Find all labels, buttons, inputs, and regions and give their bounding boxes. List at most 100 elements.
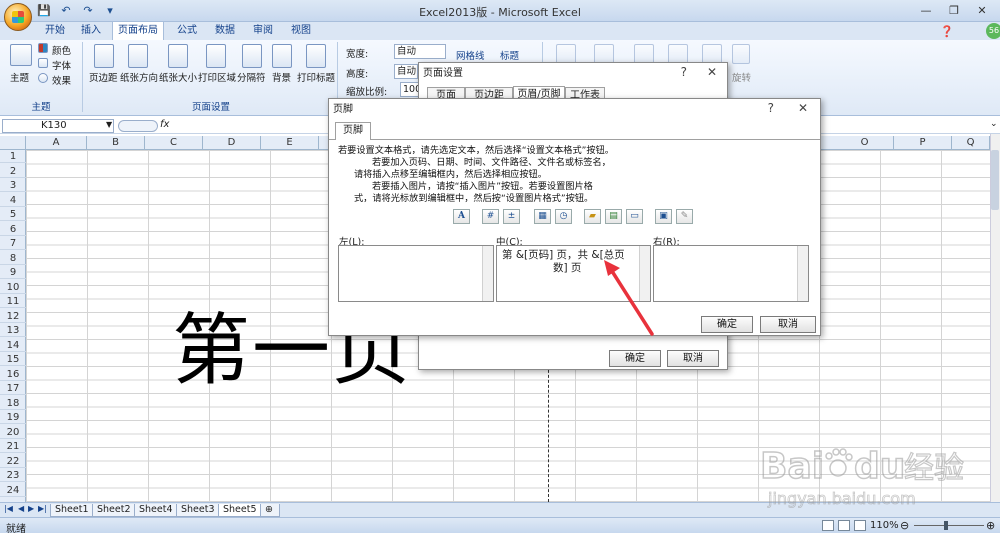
row-header[interactable]: 17: [0, 382, 26, 395]
row-header[interactable]: 4: [0, 194, 26, 207]
help-icon[interactable]: ?: [681, 65, 687, 79]
last-sheet-icon[interactable]: ▶|: [38, 504, 47, 513]
fonts-button[interactable]: 字体: [52, 58, 71, 72]
next-sheet-icon[interactable]: ▶: [28, 504, 34, 513]
bring-forward-icon[interactable]: [556, 44, 576, 64]
theme-button[interactable]: 主题: [10, 70, 29, 84]
column-header[interactable]: A: [26, 136, 87, 150]
tab-footer[interactable]: 页脚: [335, 122, 371, 140]
sheet-tab[interactable]: Sheet1: [50, 504, 94, 517]
column-header[interactable]: Q: [952, 136, 990, 150]
row-header[interactable]: 16: [0, 368, 26, 381]
row-header[interactable]: 3: [0, 179, 26, 192]
zoom-in-icon[interactable]: ⊕: [986, 519, 995, 532]
print-area-icon[interactable]: [206, 44, 226, 68]
help-icon[interactable]: ❓: [940, 25, 954, 38]
scrollbar-thumb[interactable]: [991, 150, 999, 210]
close-icon[interactable]: ✕: [707, 65, 717, 79]
tab-home[interactable]: 开始: [38, 22, 72, 40]
tab-formulas[interactable]: 公式: [170, 22, 204, 40]
page-number-icon[interactable]: #: [482, 209, 499, 224]
background-button[interactable]: 背景: [272, 70, 291, 84]
row-header[interactable]: 9: [0, 266, 26, 279]
sheet-tab[interactable]: Sheet4: [134, 504, 178, 517]
send-backward-icon[interactable]: [594, 44, 614, 64]
row-header[interactable]: 20: [0, 426, 26, 439]
row-header[interactable]: 15: [0, 353, 26, 366]
height-combo[interactable]: 自动: [394, 64, 418, 79]
restore-icon[interactable]: ❐: [940, 2, 968, 19]
first-sheet-icon[interactable]: |◀: [4, 504, 13, 513]
page-break-view-icon[interactable]: [854, 520, 866, 531]
format-picture-icon[interactable]: ✎: [676, 209, 693, 224]
avatar[interactable]: 56: [986, 23, 1000, 39]
column-header[interactable]: E: [261, 136, 319, 150]
row-header[interactable]: 24: [0, 484, 26, 497]
sheet-tab[interactable]: Sheet2: [92, 504, 136, 517]
row-header[interactable]: 8: [0, 252, 26, 265]
name-box[interactable]: K130: [2, 119, 114, 133]
margins-button[interactable]: 页边距: [89, 70, 118, 84]
scrollbar[interactable]: [482, 246, 493, 301]
size-icon[interactable]: [168, 44, 188, 68]
insert-sheet-icon[interactable]: ⊕: [260, 504, 280, 517]
row-header[interactable]: 6: [0, 223, 26, 236]
minimize-icon[interactable]: —: [912, 2, 940, 19]
zoom-slider[interactable]: [914, 525, 984, 526]
zoom-out-icon[interactable]: ⊖: [900, 519, 909, 532]
sheet-name-icon[interactable]: ▭: [626, 209, 643, 224]
tab-view[interactable]: 视图: [284, 22, 318, 40]
column-header[interactable]: B: [87, 136, 145, 150]
zoom-slider-handle[interactable]: [944, 521, 948, 530]
rotate-icon[interactable]: [732, 44, 750, 64]
cancel-button[interactable]: 取消: [760, 316, 816, 333]
column-header[interactable]: P: [894, 136, 952, 150]
print-area-button[interactable]: 打印区域: [198, 70, 236, 84]
tab-insert[interactable]: 插入: [74, 22, 108, 40]
background-icon[interactable]: [272, 44, 292, 68]
fx-icon[interactable]: fx: [160, 119, 169, 130]
help-icon[interactable]: ?: [768, 101, 774, 115]
breaks-button[interactable]: 分隔符: [237, 70, 266, 84]
formula-bar-toggle[interactable]: [118, 120, 158, 132]
expand-formula-icon[interactable]: ⌄: [990, 119, 998, 129]
page-layout-view-icon[interactable]: [838, 520, 850, 531]
tab-review[interactable]: 审阅: [246, 22, 280, 40]
format-text-icon[interactable]: A: [453, 209, 470, 224]
normal-view-icon[interactable]: [822, 520, 834, 531]
effects-button[interactable]: 效果: [52, 73, 71, 87]
row-header[interactable]: 1: [0, 150, 26, 163]
close-icon[interactable]: ✕: [968, 2, 996, 19]
width-combo[interactable]: 自动: [394, 44, 446, 59]
size-button[interactable]: 纸张大小: [159, 70, 197, 84]
scrollbar[interactable]: [797, 246, 808, 301]
left-section-input[interactable]: [338, 245, 494, 302]
row-header[interactable]: 21: [0, 440, 26, 453]
column-header[interactable]: D: [203, 136, 261, 150]
row-header[interactable]: 12: [0, 310, 26, 323]
row-header[interactable]: 14: [0, 339, 26, 352]
cancel-button[interactable]: 取消: [667, 350, 719, 367]
orientation-icon[interactable]: [128, 44, 148, 68]
file-path-icon[interactable]: ▰: [584, 209, 601, 224]
zoom-level[interactable]: 110%: [870, 520, 899, 531]
chevron-down-icon[interactable]: ▼: [106, 120, 112, 129]
tab-page-layout[interactable]: 页面布局: [112, 21, 164, 40]
breaks-icon[interactable]: [242, 44, 262, 68]
column-header[interactable]: C: [145, 136, 203, 150]
theme-icon[interactable]: [10, 44, 32, 66]
close-icon[interactable]: ✕: [798, 101, 808, 115]
office-button[interactable]: [4, 3, 32, 31]
row-header[interactable]: 19: [0, 411, 26, 424]
prev-sheet-icon[interactable]: ◀: [18, 504, 24, 513]
column-header[interactable]: O: [836, 136, 894, 150]
row-header[interactable]: 18: [0, 397, 26, 410]
row-header[interactable]: 2: [0, 165, 26, 178]
colors-button[interactable]: 颜色: [52, 43, 71, 57]
row-header[interactable]: 5: [0, 208, 26, 221]
row-header[interactable]: 22: [0, 455, 26, 468]
align-icon[interactable]: [668, 44, 688, 64]
margins-icon[interactable]: [94, 44, 114, 68]
right-section-input[interactable]: [653, 245, 809, 302]
selection-pane-icon[interactable]: [634, 44, 654, 64]
